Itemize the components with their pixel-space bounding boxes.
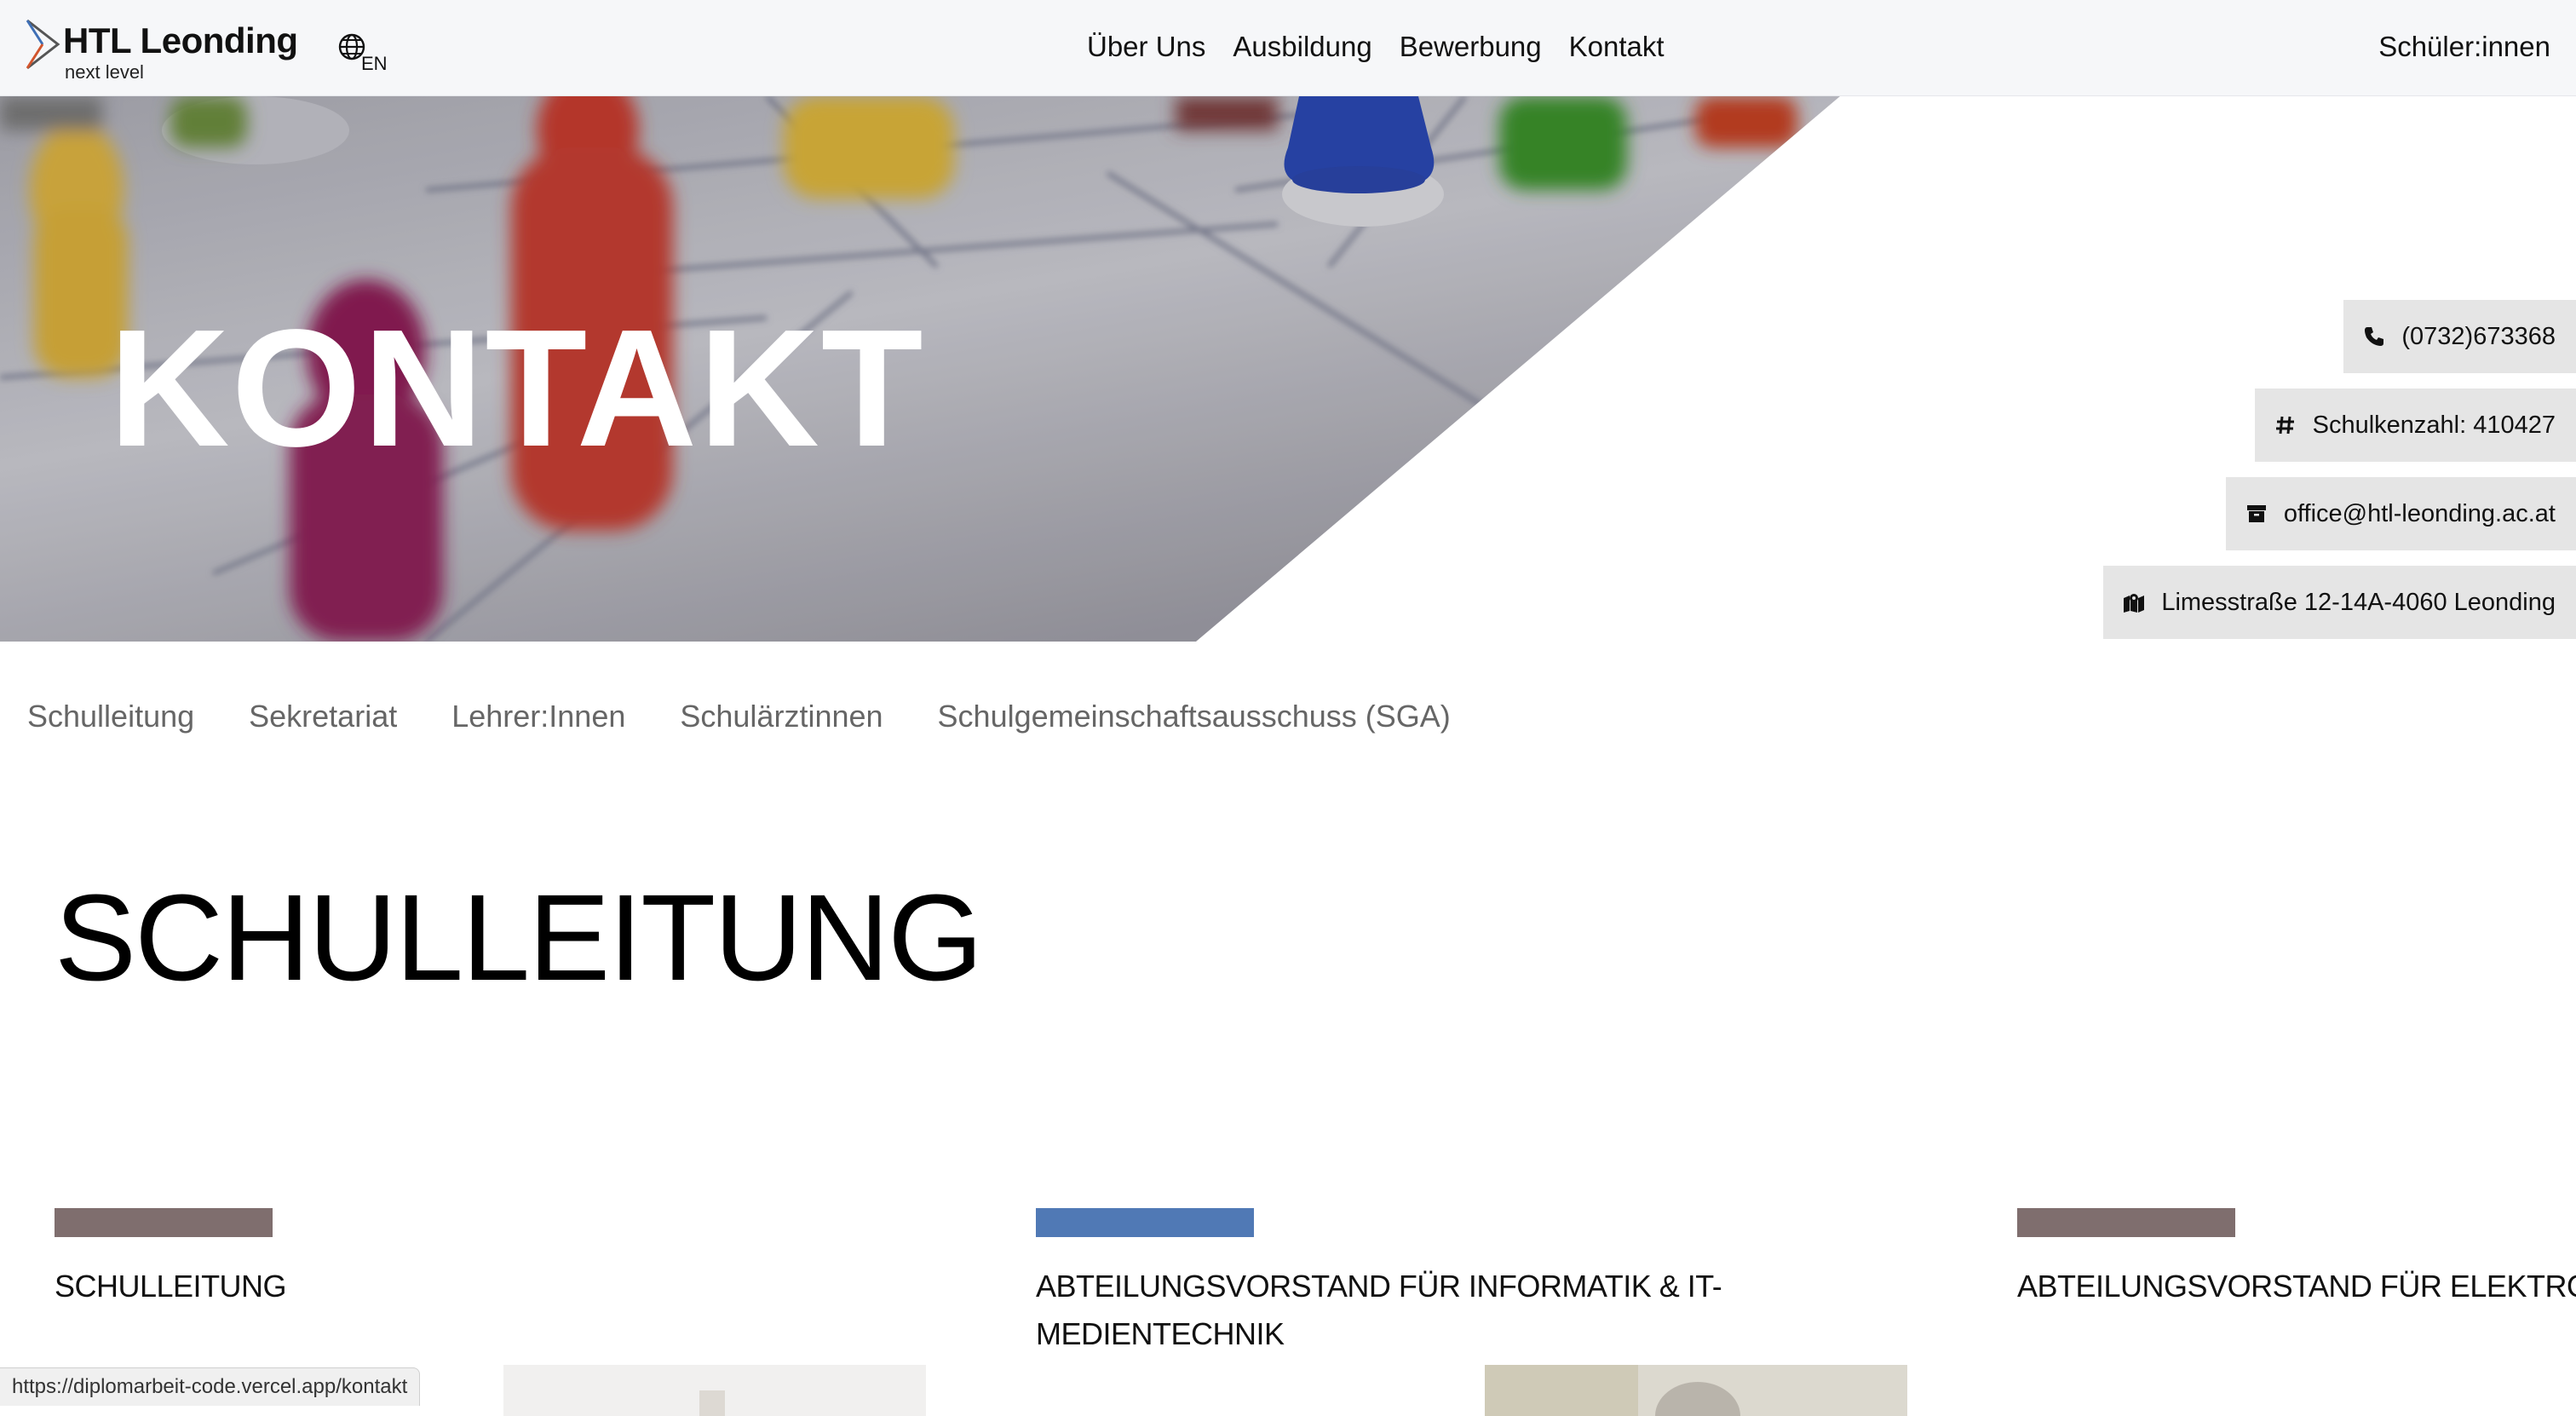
logo-title: HTL Leonding — [63, 20, 298, 60]
contact-address-chip[interactable]: Limesstraße 12-14A-4060 Leonding — [2103, 566, 2576, 639]
contact-subnav: Schulleitung Sekretariat Lehrer:Innen Sc… — [27, 699, 1451, 734]
contact-phone-chip[interactable]: (0732)673368 — [2343, 300, 2576, 373]
subnav-schulaerztinnen[interactable]: Schulärztinnen — [680, 699, 883, 734]
nav-ueber-uns[interactable]: Über Uns — [1087, 31, 1205, 63]
email-address: office@htl-leonding.ac.at — [2283, 499, 2556, 527]
phone-number: (0732)673368 — [2401, 322, 2556, 350]
hash-icon — [2275, 416, 2294, 435]
school-number: Schulkenzahl: 410427 — [2312, 411, 2556, 439]
hero-title: KONTAKT — [109, 295, 925, 481]
card-title: SCHULLEITUNG — [55, 1269, 287, 1304]
staff-photo — [503, 1365, 926, 1416]
card-accent-bar — [1036, 1208, 1254, 1237]
subnav-sekretariat[interactable]: Sekretariat — [249, 699, 397, 734]
link-status-bar: https://diplomarbeit-code.vercel.app/kon… — [0, 1367, 421, 1406]
contact-email-chip[interactable]: office@htl-leonding.ac.at — [2225, 477, 2576, 550]
subnav-lehrerinnen[interactable]: Lehrer:Innen — [451, 699, 625, 734]
nav-bewerbung[interactable]: Bewerbung — [1400, 31, 1542, 63]
subnav-sga[interactable]: Schulgemeinschaftsausschuss (SGA) — [938, 699, 1451, 734]
card-title: ABTEILUNGSVORSTAND FÜR ELEKTRONIK — [2017, 1269, 2576, 1304]
archive-icon — [2246, 505, 2266, 522]
staff-photo — [1485, 1365, 1907, 1416]
street-address: Limesstraße 12-14A-4060 Leonding — [2161, 588, 2556, 616]
section-title: SCHULLEITUNG — [55, 869, 983, 1006]
logo-subtitle: next level — [65, 61, 144, 83]
card-title: ABTEILUNGSVORSTAND FÜR INFORMATIK & IT-M… — [1036, 1269, 1722, 1351]
main-nav: Über Uns Ausbildung Bewerbung Kontakt — [1087, 31, 1665, 63]
nav-ausbildung[interactable]: Ausbildung — [1233, 31, 1371, 63]
phone-icon — [2365, 327, 2384, 346]
card-accent-bar — [55, 1208, 273, 1237]
nav-kontakt[interactable]: Kontakt — [1569, 31, 1665, 63]
map-icon — [2124, 594, 2145, 613]
contact-school-number-chip[interactable]: Schulkenzahl: 410427 — [2254, 389, 2576, 462]
card-accent-bar — [2017, 1208, 2235, 1237]
subnav-schulleitung[interactable]: Schulleitung — [27, 699, 194, 734]
staff-card[interactable]: ABTEILUNGSVORSTAND FÜR ELEKTRONIK — [2017, 1208, 2576, 1413]
logo-mark-icon — [26, 19, 60, 70]
site-header: HTL Leonding next level EN Über Uns Ausb… — [0, 0, 2576, 96]
hero-banner: KONTAKT — [0, 96, 1840, 642]
students-link[interactable]: Schüler:innen — [2378, 31, 2550, 63]
logo[interactable]: HTL Leonding next level — [24, 17, 313, 85]
language-switch[interactable]: EN — [337, 32, 397, 75]
language-label: EN — [361, 53, 388, 74]
staff-card[interactable]: ABTEILUNGSVORSTAND FÜR INFORMATIK & IT-M… — [1036, 1208, 1956, 1416]
